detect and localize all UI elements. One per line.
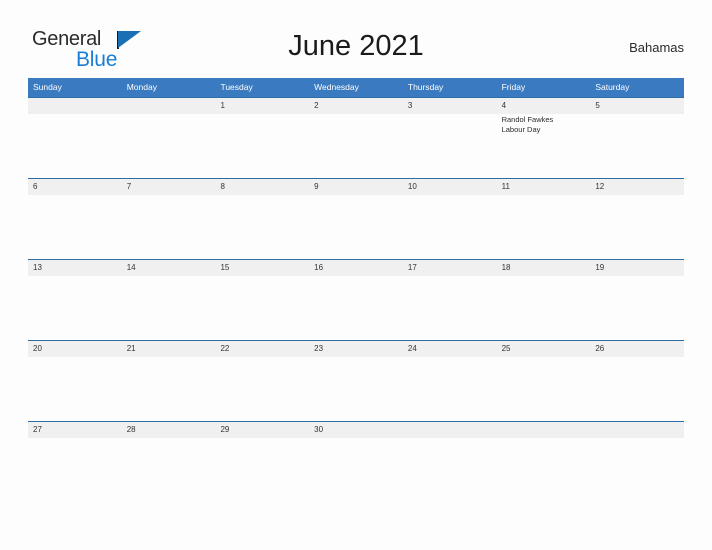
day-number: 30 (314, 425, 324, 434)
calendar-day-cell[interactable]: 26 (590, 341, 684, 421)
calendar-day-cell[interactable]: 18 (497, 260, 591, 340)
calendar-day-cell[interactable]: 27 (28, 422, 122, 502)
calendar-day-cell[interactable]: 30 (309, 422, 403, 502)
calendar-day-cell[interactable]: 4 Randol Fawkes Labour Day (497, 98, 591, 178)
calendar-day-cell[interactable]: 21 (122, 341, 216, 421)
country-label: Bahamas (629, 40, 684, 55)
day-number: 21 (126, 344, 136, 353)
day-number: 9 (314, 182, 319, 191)
day-number: 16 (314, 263, 324, 272)
day-number: 13 (33, 263, 42, 272)
calendar-day-cell[interactable]: 6 (28, 179, 122, 259)
weekday-header-monday: Monday (126, 82, 157, 92)
day-number: 15 (220, 263, 230, 272)
day-number: 28 (126, 425, 136, 434)
calendar-week-row: 6 7 8 9 10 11 12 (28, 178, 684, 259)
day-number: 23 (314, 344, 324, 353)
calendar-day-cell[interactable]: 1 (215, 98, 309, 178)
day-number: 25 (501, 344, 511, 353)
day-number: 10 (407, 182, 417, 191)
weekday-header-wednesday: Wednesday (314, 82, 359, 92)
calendar-day-cell-empty (28, 98, 122, 178)
weekday-header-sunday: Sunday (33, 82, 62, 92)
calendar-day-cell[interactable]: 7 (122, 179, 216, 259)
day-number: 8 (220, 182, 225, 191)
day-events: Randol Fawkes Labour Day (502, 115, 591, 135)
calendar-day-cell[interactable]: 29 (215, 422, 309, 502)
day-number: 5 (595, 101, 600, 110)
calendar-grid: Sunday Monday Tuesday Wednesday Thursday Frid… (28, 78, 684, 502)
day-number: 19 (595, 263, 605, 272)
week-cells: 20 21 22 23 24 25 26 (28, 341, 684, 421)
calendar-week-row: 13 14 15 16 17 18 19 (28, 259, 684, 340)
calendar-day-cell[interactable]: 9 (309, 179, 403, 259)
day-number: 12 (595, 182, 605, 191)
calendar-week-row: 1 2 3 4 Randol Fawkes Labour Day 5 (28, 97, 684, 178)
calendar-weeks: 1 2 3 4 Randol Fawkes Labour Day 5 6 7 8 9 10 11 12 13… (28, 97, 684, 502)
day-number: 7 (126, 182, 132, 191)
calendar-day-cell-empty (403, 422, 497, 502)
week-cells: 27 28 29 30 (28, 422, 684, 502)
calendar-day-cell[interactable]: 14 (122, 260, 216, 340)
holiday-event-label: Randol Fawkes (501, 115, 554, 124)
page-header: General Blue June 2021 Bahamas (28, 26, 684, 72)
day-number: 26 (595, 344, 605, 353)
calendar-day-cell[interactable]: 3 (403, 98, 497, 178)
calendar-day-cell[interactable]: 15 (215, 260, 309, 340)
day-number: 18 (501, 263, 511, 272)
day-number: 6 (33, 182, 38, 191)
page-title: June 2021 (288, 30, 424, 62)
calendar-day-cell-empty (497, 422, 591, 502)
calendar-day-cell[interactable]: 28 (122, 422, 216, 502)
calendar-day-cell[interactable]: 23 (309, 341, 403, 421)
calendar-day-cell[interactable]: 12 (590, 179, 684, 259)
calendar-day-cell[interactable]: 24 (403, 341, 497, 421)
day-number: 2 (314, 101, 319, 110)
day-number: 4 (501, 101, 507, 110)
calendar-day-cell[interactable]: 2 (309, 98, 403, 178)
calendar-week-row: 27 28 29 30 (28, 421, 684, 502)
calendar-day-cell[interactable]: 19 (590, 260, 684, 340)
holiday-event-label: Labour Day (501, 125, 541, 134)
calendar-day-cell[interactable]: 17 (403, 260, 497, 340)
calendar-day-cell[interactable]: 13 (28, 260, 122, 340)
day-number: 1 (220, 101, 225, 110)
calendar-day-cell[interactable]: 10 (403, 179, 497, 259)
day-number: 17 (407, 263, 417, 272)
day-number: 20 (33, 344, 42, 353)
calendar-day-cell[interactable]: 25 (497, 341, 591, 421)
calendar-day-cell[interactable]: 16 (309, 260, 403, 340)
weekday-header-row: Sunday Monday Tuesday Wednesday Thursday Frid… (28, 78, 684, 97)
calendar-day-cell[interactable]: 11 (497, 179, 591, 259)
week-cells: 1 2 3 4 Randol Fawkes Labour Day 5 (28, 98, 684, 178)
day-number: 27 (33, 425, 42, 434)
calendar-day-cell[interactable]: 20 (28, 341, 122, 421)
weekday-header-saturday: Saturday (595, 82, 630, 92)
day-number: 14 (126, 263, 136, 272)
calendar-day-cell-empty (122, 98, 216, 178)
day-number: 3 (407, 101, 413, 110)
calendar-page: General Blue June 2021 Bahamas Sunday Mon… (0, 0, 712, 550)
weekday-header-friday: Friday (501, 82, 526, 92)
calendar-day-cell-empty (590, 422, 684, 502)
calendar-day-cell[interactable]: 5 (590, 98, 684, 178)
day-number: 24 (407, 344, 417, 353)
week-cells: 6 7 8 9 10 11 12 (28, 179, 684, 259)
day-number: 22 (220, 344, 230, 353)
calendar-day-cell[interactable]: 8 (215, 179, 309, 259)
calendar-week-row: 20 21 22 23 24 25 26 (28, 340, 684, 421)
calendar-day-cell[interactable]: 22 (215, 341, 309, 421)
day-number: 11 (501, 182, 510, 191)
day-number: 29 (220, 425, 230, 434)
weekday-header-thursday: Thursday (407, 82, 444, 92)
weekday-header-tuesday: Tuesday (220, 82, 253, 92)
week-cells: 13 14 15 16 17 18 19 (28, 260, 684, 340)
